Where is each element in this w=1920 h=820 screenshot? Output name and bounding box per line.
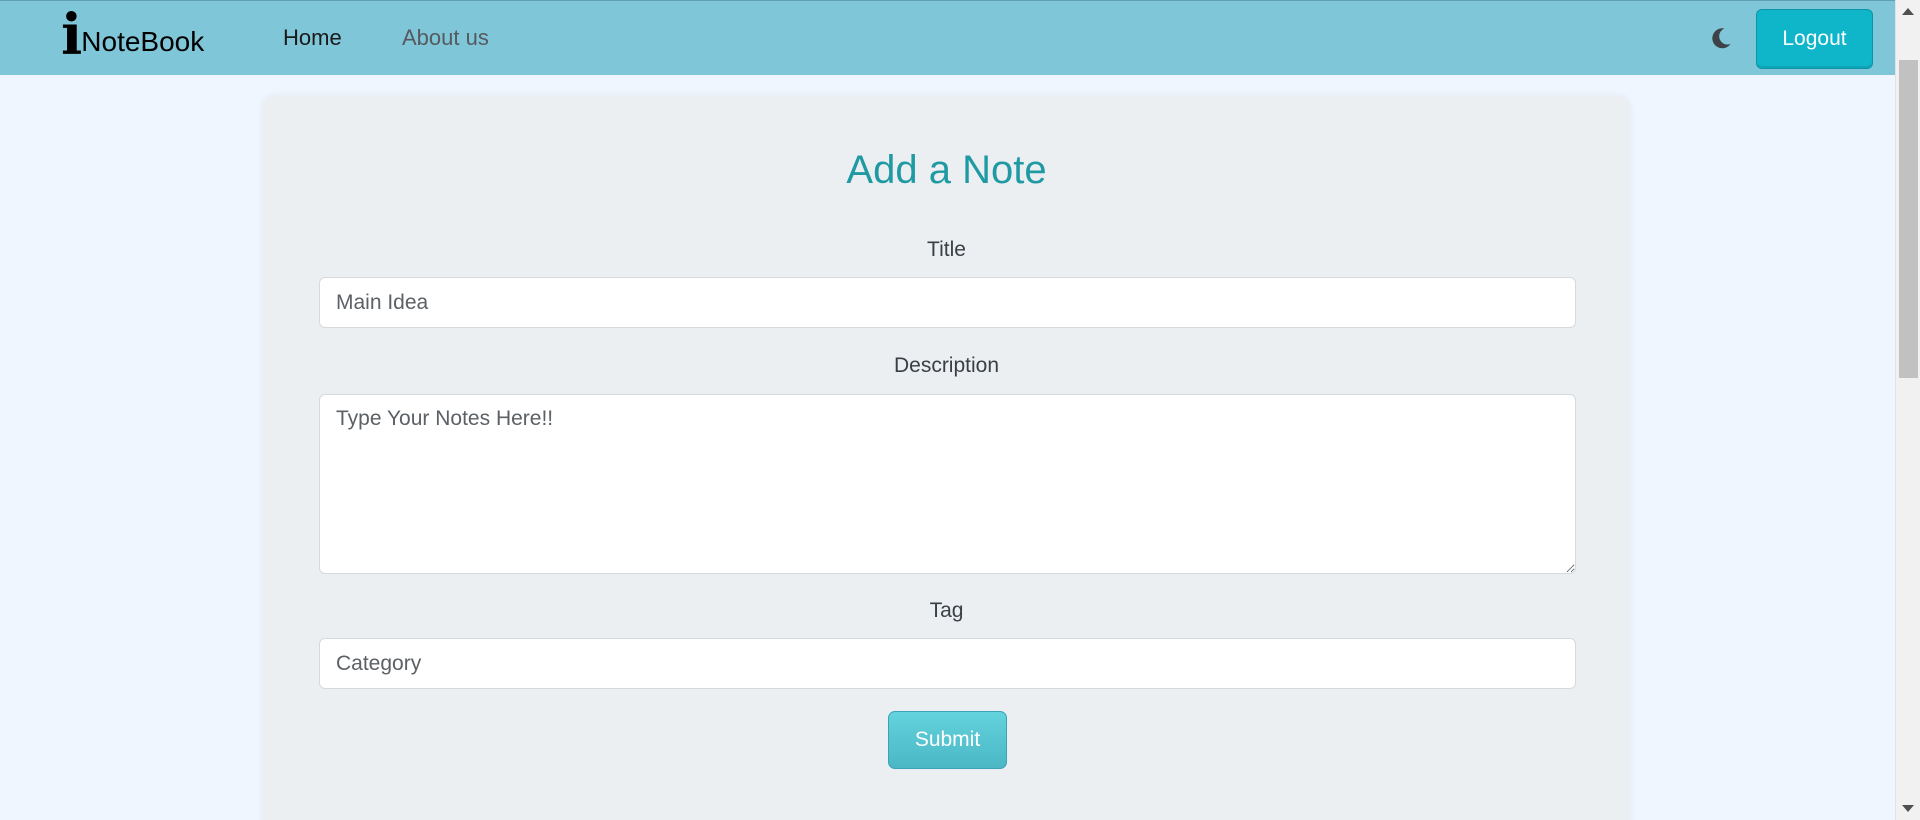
- page-title: Add a Note: [846, 148, 1047, 192]
- moon-icon[interactable]: [1708, 25, 1734, 51]
- tag-input[interactable]: [319, 638, 1576, 689]
- title-input[interactable]: [319, 277, 1576, 328]
- tag-label: Tag: [929, 599, 964, 622]
- brand-logo-text: NoteBook: [81, 26, 205, 57]
- scroll-down-arrow-icon[interactable]: [1902, 805, 1914, 812]
- logout-button[interactable]: Logout: [1756, 9, 1873, 69]
- nav-link-home[interactable]: Home: [283, 25, 342, 51]
- submit-button[interactable]: Submit: [888, 711, 1007, 769]
- add-note-card: Add a Note Title Description Tag Submit: [263, 96, 1630, 820]
- description-label: Description: [893, 354, 1000, 377]
- navbar: i NoteBook Home About us Logout: [0, 0, 1895, 75]
- brand-logo-letter: i: [61, 2, 82, 68]
- title-label: Title: [927, 238, 966, 261]
- brand-logo[interactable]: i NoteBook: [61, 2, 205, 68]
- nav-link-about-us[interactable]: About us: [402, 25, 489, 51]
- scroll-up-arrow-icon[interactable]: [1902, 8, 1914, 15]
- scrollbar-thumb[interactable]: [1899, 60, 1918, 378]
- vertical-scrollbar[interactable]: [1895, 0, 1920, 820]
- description-textarea[interactable]: [319, 394, 1576, 574]
